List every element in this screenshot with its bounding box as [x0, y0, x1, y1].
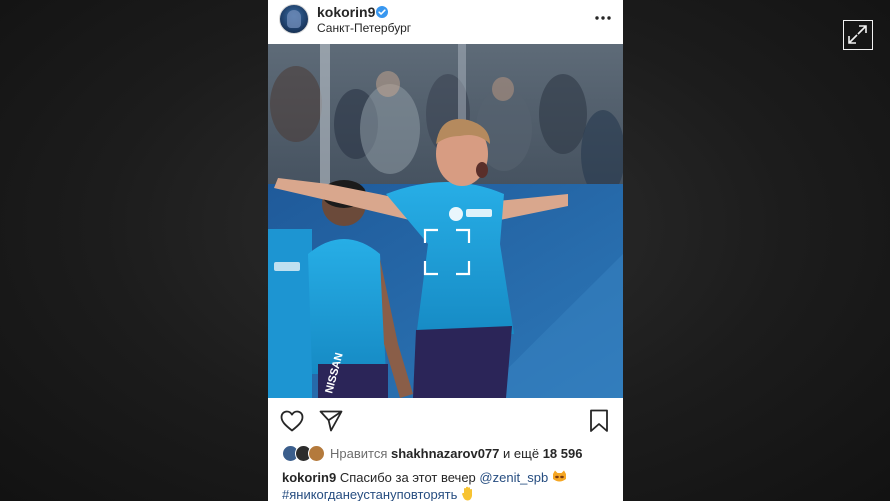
likes-prefix: Нравится: [330, 446, 388, 461]
verified-badge-icon: [376, 6, 388, 18]
heart-icon[interactable]: [280, 410, 304, 432]
likes-user[interactable]: shakhnazarov077: [391, 446, 499, 461]
post-actions: [268, 398, 623, 442]
caption-hashtag[interactable]: #яникогданеустануповторять: [282, 487, 457, 501]
post-location[interactable]: Санкт-Петербург: [317, 21, 411, 35]
more-options-icon[interactable]: [594, 15, 612, 21]
likes-count[interactable]: 18 596: [543, 446, 583, 461]
avatar[interactable]: [279, 4, 309, 34]
likes-row: Нравится shakhnazarov077 и ещё 18 596: [268, 442, 623, 464]
caption-text: Спасибо за этот вечер: [339, 470, 476, 485]
expand-button[interactable]: [843, 20, 873, 50]
direct-share-icon[interactable]: [319, 410, 343, 432]
likes-text: Нравится shakhnazarov077 и ещё 18 596: [330, 446, 582, 461]
raised-hand-emoji-icon: [462, 486, 472, 501]
post-photo[interactable]: NISSAN: [268, 44, 623, 398]
avatar[interactable]: [308, 445, 325, 462]
likes-conj: и ещё: [503, 446, 540, 461]
post-header: kokorin9 Санкт-Петербург: [268, 0, 623, 44]
cat-emoji-icon: [552, 470, 566, 482]
post-username[interactable]: kokorin9: [317, 4, 375, 20]
caption-username[interactable]: kokorin9: [282, 470, 336, 485]
caption-mention[interactable]: @zenit_spb: [479, 470, 548, 485]
bookmark-icon[interactable]: [589, 409, 609, 433]
instagram-post-card: kokorin9 Санкт-Петербург NISSAN Нравится…: [268, 0, 623, 501]
post-caption: kokorin9 Спасибо за этот вечер @zenit_sp…: [282, 470, 617, 501]
expand-icon: [848, 25, 867, 44]
